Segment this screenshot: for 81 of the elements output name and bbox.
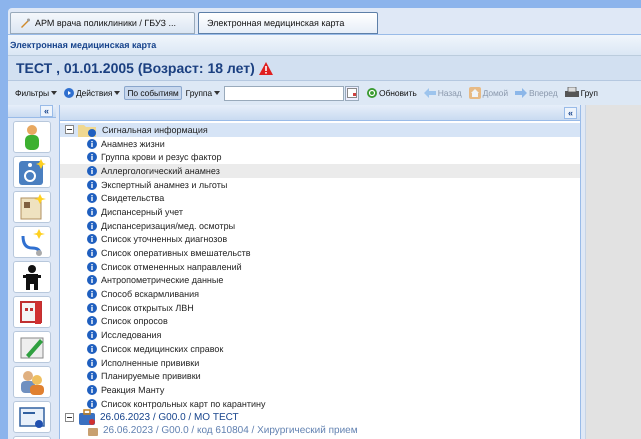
group-field[interactable]: [224, 86, 344, 100]
collapse-button[interactable]: «: [40, 105, 53, 117]
info-icon: [87, 248, 97, 258]
folder-info-icon: [78, 122, 98, 137]
toggle-button[interactable]: По событиям: [124, 86, 182, 100]
caret-icon: [114, 91, 120, 95]
info-icon: [87, 152, 97, 162]
tree-item[interactable]: Планируемые прививки: [60, 369, 580, 384]
info-icon: [87, 344, 97, 354]
info-icon: [87, 316, 97, 326]
collapse-button[interactable]: «: [564, 106, 577, 118]
calendar-icon: [347, 88, 358, 98]
caret-icon: [50, 91, 57, 95]
tree-item[interactable]: Экспертный анамнез и льготы: [60, 178, 580, 192]
tree-item[interactable]: 26.06.2023 / G00.0 / код 610804 / Хирургический прием: [60, 424, 580, 438]
people-icon: [18, 368, 46, 396]
calendar-button[interactable]: [13, 296, 51, 328]
tree-item[interactable]: Диспансерный учет: [60, 205, 580, 219]
info-icon: [87, 166, 97, 176]
refresh-icon: [367, 88, 378, 98]
collapse-toggle-icon[interactable]: [65, 412, 74, 422]
tree-item[interactable]: Список открытых ЛВН: [60, 300, 580, 315]
info-icon: [87, 384, 97, 395]
info-icon: [87, 262, 97, 272]
tree-item[interactable]: Реакция Манту: [60, 383, 580, 397]
newspaper-button[interactable]: [13, 191, 51, 223]
collapse-toggle-icon[interactable]: [65, 125, 74, 134]
person-button[interactable]: [13, 121, 51, 153]
tree-item[interactable]: Список отмененных направлений: [60, 260, 580, 274]
info-icon: [87, 275, 97, 286]
tree-item[interactable]: Список опросов: [60, 314, 580, 328]
info-icon: [87, 371, 97, 382]
info-icon: [87, 398, 97, 409]
baby-button[interactable]: [13, 261, 51, 293]
caret-icon: [214, 91, 220, 95]
info-icon: [87, 358, 97, 368]
right-arrow-icon: [514, 88, 527, 98]
printer-icon: [564, 87, 579, 99]
menu-button[interactable]: Группа: [182, 86, 224, 100]
tree-item[interactable]: Исполненные прививки: [60, 356, 580, 370]
edit-button[interactable]: [13, 331, 51, 363]
tree-item[interactable]: Список медицинских справок: [60, 342, 580, 356]
tree-item[interactable]: Исследования: [60, 328, 580, 342]
tree-item[interactable]: Аллергологический анамнез: [60, 164, 580, 178]
tree-item[interactable]: Список контрольных карт по карантину: [60, 396, 580, 410]
info-icon: [87, 138, 97, 149]
tree-item[interactable]: Диспансеризация/мед. осмотры: [60, 218, 580, 232]
tree-item[interactable]: Способ вскармливания: [60, 287, 580, 301]
toolbar-button[interactable]: Груп: [562, 85, 601, 101]
wheelchair-button[interactable]: [13, 156, 51, 188]
arrow-circle-icon: [64, 88, 74, 98]
pen-icon: [19, 17, 31, 29]
toolbar-button[interactable]: Обновить: [364, 86, 420, 100]
info-icon: [87, 180, 97, 190]
info-icon: [87, 330, 97, 340]
menu-button[interactable]: Фильтры: [12, 86, 60, 100]
tree-item[interactable]: Группа крови и резус фактор: [60, 150, 580, 164]
window-tab[interactable]: АРМ врача поликлиники / ГБУЗ ...: [10, 12, 195, 34]
left-arrow-icon: [424, 88, 436, 98]
info-icon: [87, 302, 97, 313]
info-icon: [87, 193, 97, 204]
stethoscope-button[interactable]: [13, 226, 51, 258]
people-button[interactable]: [13, 366, 51, 398]
info-icon: [87, 289, 97, 300]
patient-title: ТЕСТ , 01.01.2005 (Возраст: 18 лет): [16, 60, 255, 76]
window-tab[interactable]: Электронная медицинская карта: [198, 12, 378, 34]
tree-item[interactable]: Антропометрические данные: [60, 274, 580, 288]
tree-item[interactable]: Список оперативных вмешательств: [60, 246, 580, 260]
menu-button[interactable]: Действия: [60, 86, 124, 100]
calendar-button[interactable]: [345, 86, 360, 100]
tree-item[interactable]: Анамнез жизни: [60, 136, 580, 150]
info-icon: [87, 220, 97, 231]
tree-item[interactable]: Список уточненных диагнозов: [60, 232, 580, 246]
info-icon: [87, 206, 97, 217]
info-icon: [87, 234, 97, 244]
tree-node[interactable]: Сигнальная информация: [102, 124, 208, 135]
tree-item[interactable]: Свидетельства: [60, 191, 580, 206]
certificate-button[interactable]: [13, 401, 51, 433]
event-link[interactable]: 26.06.2023 / G00.0 / МО ТЕСТ: [100, 412, 239, 423]
home-icon: [468, 87, 481, 99]
panel-title: Электронная медицинская карта: [8, 35, 641, 56]
